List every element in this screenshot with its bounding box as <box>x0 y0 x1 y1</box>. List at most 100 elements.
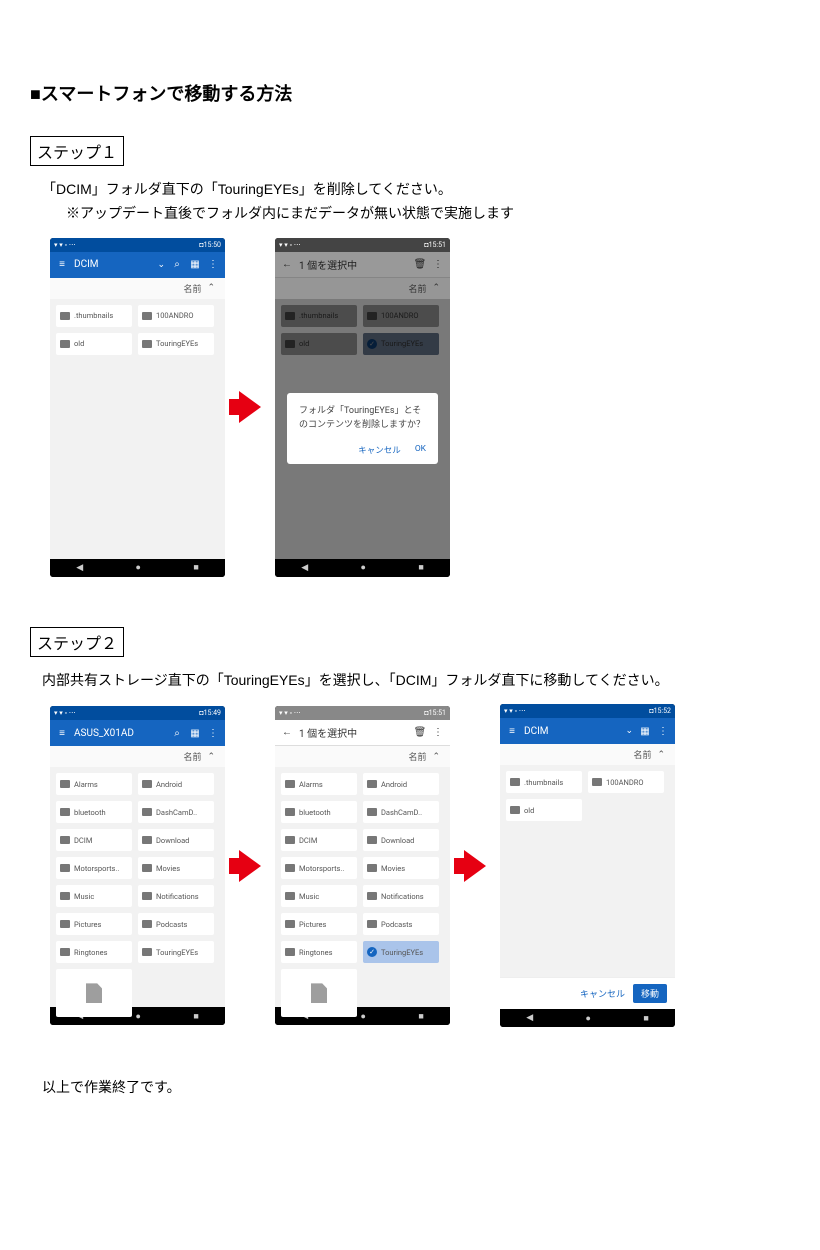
tile-label: DCIM <box>74 836 92 845</box>
tile-label: Motorsports.. <box>74 864 119 873</box>
status-right: ◘15:51 <box>424 241 446 249</box>
folder-tile[interactable]: Podcasts <box>363 913 439 935</box>
sort-bar[interactable]: 名前 ⌃ <box>50 746 225 767</box>
sort-bar: 名前 ⌃ <box>275 278 450 299</box>
folder-tile[interactable]: Podcasts <box>138 913 214 935</box>
overflow-icon[interactable]: ⋮ <box>207 728 219 739</box>
tile-label: Download <box>381 836 414 845</box>
chevron-down-icon[interactable]: ⌄ <box>157 260 165 270</box>
folder-icon <box>510 778 520 786</box>
status-bar: ▾ ▾ ▫ ⋯ ◘15:49 <box>50 706 225 720</box>
folder-tile[interactable]: Notifications <box>138 885 214 907</box>
folder-tile[interactable]: Pictures <box>281 913 357 935</box>
folder-tile[interactable]: TouringEYEs <box>138 333 214 355</box>
folder-tile[interactable]: Motorsports.. <box>281 857 357 879</box>
nav-back-icon[interactable]: ◀ <box>76 563 83 573</box>
menu-icon[interactable]: ≡ <box>56 259 68 270</box>
grid-view-icon[interactable]: ▦ <box>189 259 201 270</box>
cancel-button[interactable]: キャンセル <box>358 444 401 456</box>
chevron-up-icon: ⌃ <box>432 283 440 293</box>
folder-tile[interactable]: DashCamD.. <box>138 801 214 823</box>
folder-tile[interactable]: 100ANDRO <box>588 771 664 793</box>
file-tile[interactable] <box>281 969 357 1017</box>
tile-label: Ringtones <box>74 948 107 957</box>
overflow-icon[interactable]: ⋮ <box>207 259 219 270</box>
folder-tile[interactable]: bluetooth <box>56 801 132 823</box>
folder-tile[interactable]: Movies <box>138 857 214 879</box>
file-tile[interactable] <box>56 969 132 1017</box>
folder-icon <box>60 340 70 348</box>
page-title: ■スマートフォンで移動する方法 <box>30 80 790 106</box>
nav-back-icon[interactable]: ◀ <box>301 563 308 573</box>
search-icon[interactable]: ⌕ <box>171 259 183 270</box>
move-button[interactable]: 移動 <box>633 984 667 1003</box>
folder-tile[interactable]: DashCamD.. <box>363 801 439 823</box>
sort-bar[interactable]: 名前 ⌃ <box>50 278 225 299</box>
overflow-icon[interactable]: ⋮ <box>432 259 444 270</box>
folder-icon <box>142 948 152 956</box>
nav-home-icon[interactable]: ● <box>586 1013 591 1024</box>
nav-home-icon[interactable]: ● <box>361 562 366 573</box>
folder-tile[interactable]: old <box>56 333 132 355</box>
nav-recent-icon[interactable]: ■ <box>643 1013 648 1024</box>
chevron-up-icon: ⌃ <box>432 752 440 762</box>
folder-tile[interactable]: Android <box>363 773 439 795</box>
menu-icon[interactable]: ≡ <box>506 726 518 737</box>
nav-home-icon[interactable]: ● <box>136 562 141 573</box>
folder-tile[interactable]: Music <box>281 885 357 907</box>
system-nav: ◀ ● ■ <box>500 1009 675 1027</box>
folder-tile[interactable]: Music <box>56 885 132 907</box>
folder-tile[interactable]: Android <box>138 773 214 795</box>
folder-tile[interactable]: TouringEYEs <box>138 941 214 963</box>
folder-tile[interactable]: DCIM <box>281 829 357 851</box>
folder-tile[interactable]: Notifications <box>363 885 439 907</box>
folder-icon <box>367 808 377 816</box>
search-icon[interactable]: ⌕ <box>171 728 183 739</box>
chevron-down-icon[interactable]: ⌄ <box>625 726 633 736</box>
folder-tile[interactable]: Motorsports.. <box>56 857 132 879</box>
file-icon <box>86 983 102 1003</box>
grid-view-icon[interactable]: ▦ <box>639 726 651 737</box>
folder-tile-selected[interactable]: ✓TouringEYEs <box>363 941 439 963</box>
folder-body: .thumbnails 100ANDRO old ✓TouringEYEs フォ… <box>275 299 450 559</box>
folder-tile[interactable]: .thumbnails <box>56 305 132 327</box>
folder-tile[interactable]: 100ANDRO <box>138 305 214 327</box>
sort-bar[interactable]: 名前 ⌃ <box>275 746 450 767</box>
back-icon[interactable]: ← <box>281 727 293 738</box>
status-icons-left: ▾ ▾ ▫ ⋯ <box>54 709 76 717</box>
tile-label: Music <box>299 892 319 901</box>
trash-icon[interactable]: 🗑 <box>414 727 426 738</box>
back-icon[interactable]: ← <box>281 259 293 270</box>
cancel-button[interactable]: キャンセル <box>580 987 625 1000</box>
trash-icon[interactable]: 🗑 <box>414 259 426 270</box>
system-nav: ◀ ● ■ <box>50 559 225 577</box>
folder-tile[interactable]: Ringtones <box>56 941 132 963</box>
folder-icon <box>510 806 520 814</box>
sort-bar[interactable]: 名前 ⌃ <box>500 744 675 765</box>
nav-back-icon[interactable]: ◀ <box>526 1013 533 1023</box>
folder-tile[interactable]: Download <box>363 829 439 851</box>
folder-tile[interactable]: Alarms <box>56 773 132 795</box>
menu-icon[interactable]: ≡ <box>56 728 68 739</box>
dialog-text: フォルダ「TouringEYEs」とそのコンテンツを削除しますか？ <box>299 405 426 432</box>
ok-button[interactable]: OK <box>415 444 426 456</box>
folder-tile[interactable]: bluetooth <box>281 801 357 823</box>
nav-recent-icon[interactable]: ■ <box>418 562 423 573</box>
folder-tile[interactable]: .thumbnails <box>506 771 582 793</box>
folder-tile[interactable]: Download <box>138 829 214 851</box>
folder-tile[interactable]: Ringtones <box>281 941 357 963</box>
folder-icon <box>285 864 295 872</box>
status-icons-left: ▾ ▾ ▫ ⋯ <box>504 707 526 715</box>
folder-tile[interactable]: Alarms <box>281 773 357 795</box>
folder-tile[interactable]: Pictures <box>56 913 132 935</box>
tile-label: bluetooth <box>74 808 106 817</box>
nav-recent-icon[interactable]: ■ <box>193 562 198 573</box>
step2-screens: ▾ ▾ ▫ ⋯ ◘15:49 ≡ ASUS_X01AD ⌕ ▦ ⋮ 名前 ⌃ A… <box>50 704 790 1027</box>
folder-tile[interactable]: DCIM <box>56 829 132 851</box>
overflow-icon[interactable]: ⋮ <box>432 727 444 738</box>
folder-tile[interactable]: Movies <box>363 857 439 879</box>
grid-view-icon[interactable]: ▦ <box>189 728 201 739</box>
arrow-icon <box>239 850 261 882</box>
folder-tile[interactable]: old <box>506 799 582 821</box>
overflow-icon[interactable]: ⋮ <box>657 726 669 737</box>
